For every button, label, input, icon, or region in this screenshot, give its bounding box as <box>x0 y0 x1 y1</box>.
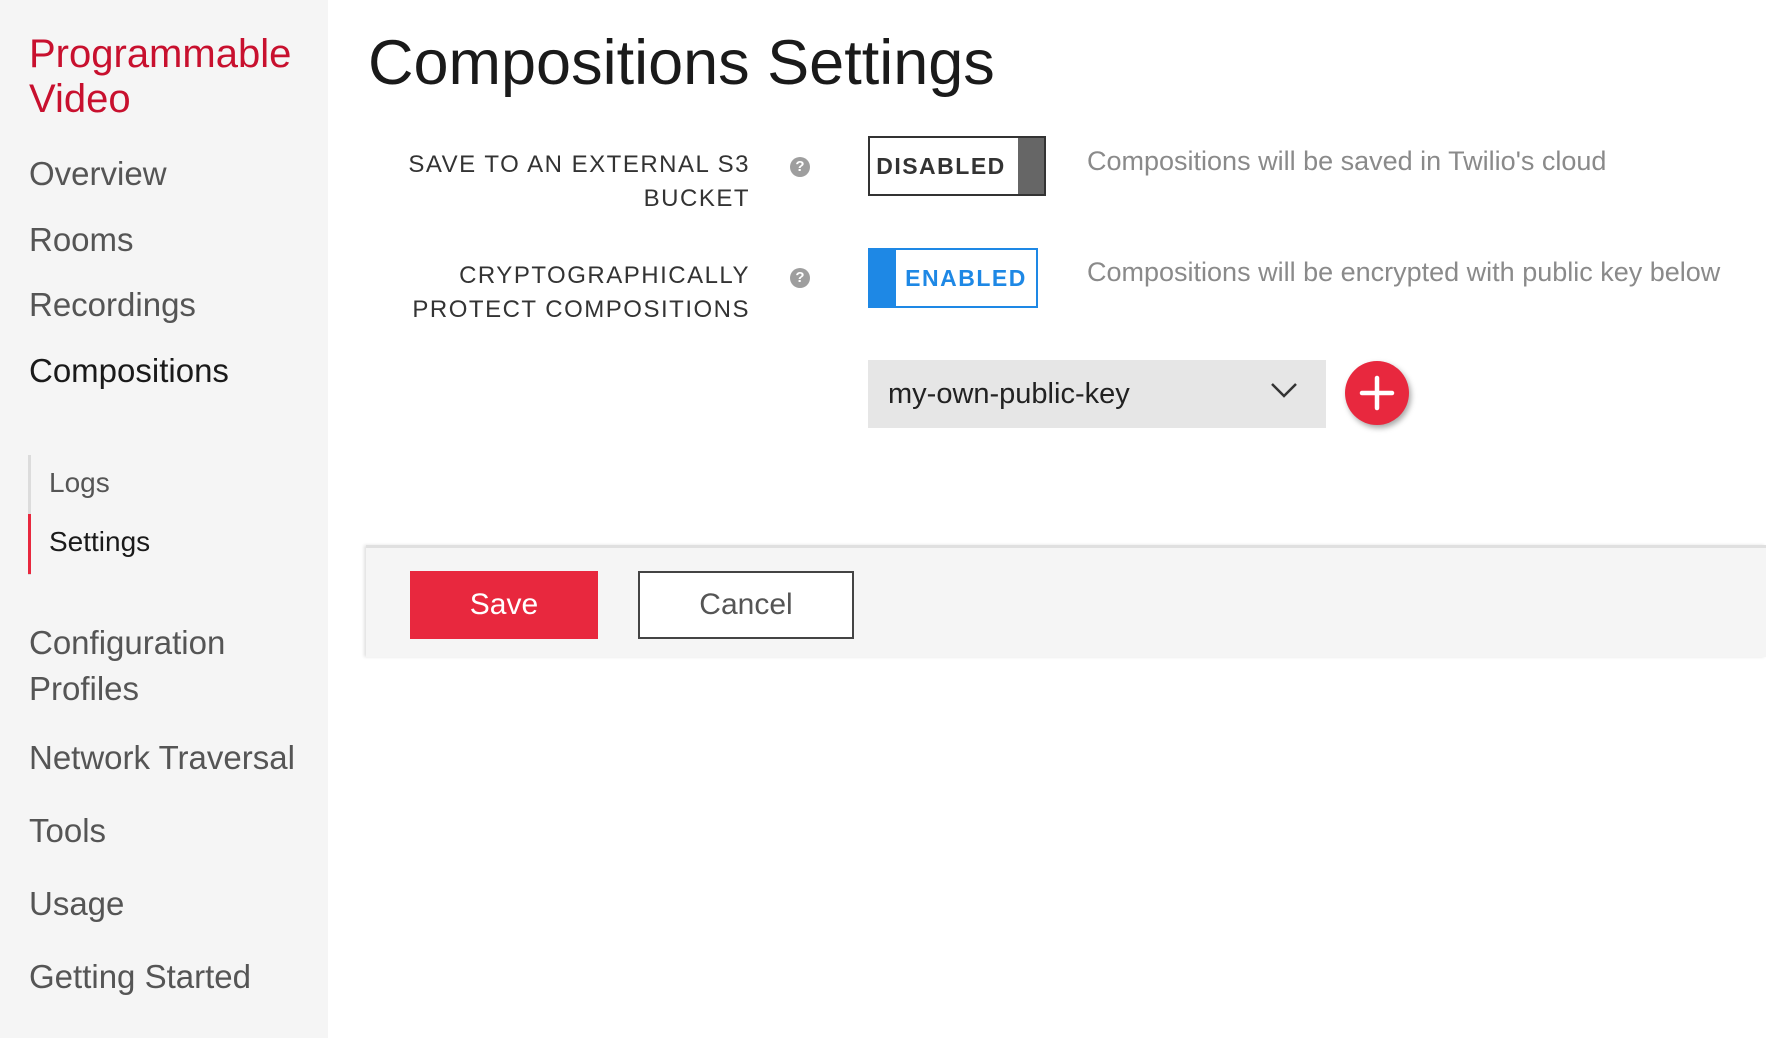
help-icon[interactable]: ? <box>790 268 810 288</box>
sidebar-subitem-logs[interactable]: Logs <box>49 466 110 500</box>
sidebar-item-label: Configuration <box>29 624 226 661</box>
product-title-line1: Programmable <box>29 32 292 76</box>
sidebar: Programmable Video Overview Rooms Record… <box>0 0 328 1038</box>
toggle-label: DISABLED <box>876 152 1006 179</box>
active-indicator <box>28 514 31 574</box>
setting-label-line: BUCKET <box>643 185 750 212</box>
toggle-knob <box>870 250 896 306</box>
sidebar-item-label: Profiles <box>29 670 140 707</box>
setting-label-line: SAVE TO AN EXTERNAL S3 <box>408 151 750 178</box>
setting-label-s3: SAVE TO AN EXTERNAL S3 BUCKET <box>408 148 750 216</box>
sidebar-item-configuration-profiles[interactable]: Configuration Profiles <box>29 620 225 712</box>
add-public-key-button[interactable] <box>1345 361 1409 425</box>
page-title: Compositions Settings <box>368 28 995 98</box>
sidebar-item-rooms[interactable]: Rooms <box>29 220 134 260</box>
sidebar-item-compositions[interactable]: Compositions <box>29 351 229 391</box>
chevron-down-icon <box>1271 383 1297 398</box>
plus-icon <box>1359 375 1395 411</box>
setting-label-encryption: CRYPTOGRAPHICALLY PROTECT COMPOSITIONS <box>412 259 750 327</box>
setting-label-line: PROTECT COMPOSITIONS <box>412 296 750 323</box>
sidebar-item-tools[interactable]: Tools <box>29 811 106 851</box>
compositions-subnav: Logs Settings <box>28 455 288 575</box>
sidebar-item-usage[interactable]: Usage <box>29 884 124 924</box>
sidebar-subitem-settings[interactable]: Settings <box>49 525 150 559</box>
public-key-select-value: my-own-public-key <box>888 378 1130 410</box>
toggle-knob <box>1018 138 1044 194</box>
setting-label-line: CRYPTOGRAPHICALLY <box>459 262 750 289</box>
save-button[interactable]: Save <box>410 571 598 639</box>
action-bar: Save Cancel <box>366 545 1766 657</box>
setting-description-encryption: Compositions will be encrypted with publ… <box>1087 257 1721 287</box>
help-icon[interactable]: ? <box>790 157 810 177</box>
sidebar-item-getting-started[interactable]: Getting Started <box>29 957 251 997</box>
sidebar-item-overview[interactable]: Overview <box>29 154 167 194</box>
s3-toggle[interactable]: DISABLED <box>868 136 1046 196</box>
product-title-line2: Video <box>29 77 131 121</box>
encryption-toggle[interactable]: ENABLED <box>868 248 1038 308</box>
public-key-select[interactable]: my-own-public-key <box>868 360 1326 428</box>
toggle-label: ENABLED <box>905 264 1027 291</box>
sidebar-item-recordings[interactable]: Recordings <box>29 285 196 325</box>
cancel-button[interactable]: Cancel <box>638 571 854 639</box>
setting-description-s3: Compositions will be saved in Twilio's c… <box>1087 146 1607 176</box>
product-title: Programmable Video <box>29 32 291 122</box>
sidebar-item-network-traversal[interactable]: Network Traversal <box>29 738 295 778</box>
